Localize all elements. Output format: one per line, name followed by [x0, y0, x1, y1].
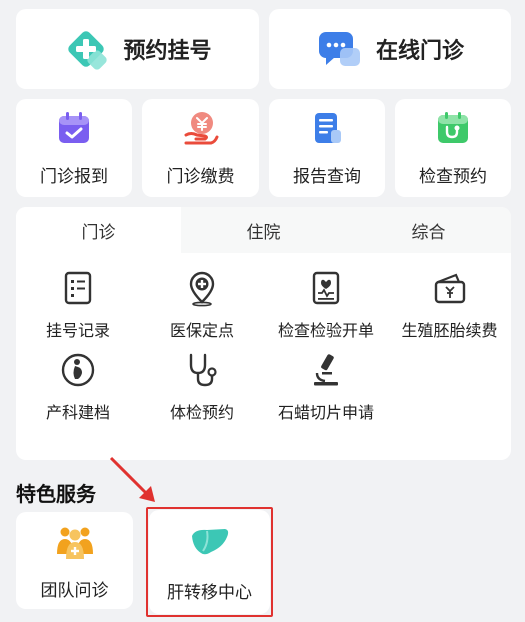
yen-payment-icon [184, 111, 218, 144]
exam-order-label: 检查检验开单 [277, 321, 374, 340]
obstetric-file-label: 产科建档 [45, 403, 110, 422]
report-document-icon [315, 112, 341, 143]
team-consultation-button[interactable]: 团队问诊 [16, 512, 133, 609]
exam-appointment-button[interactable]: 检查预约 [395, 99, 511, 197]
medical-team-icon [56, 527, 93, 559]
services-tab-panel: 门诊 住院 综合 挂号记录 医保定点 检查检验开单 生殖胚胎续费 产科建档 体检… [16, 207, 511, 460]
medical-cross-diamond-icon [68, 31, 108, 70]
medical-insurance-point-item[interactable]: 医保定点 [140, 269, 264, 341]
record-list-icon [64, 271, 92, 305]
medical-insurance-point-label: 医保定点 [169, 321, 234, 340]
pregnancy-icon [61, 353, 95, 387]
clinic-checkin-button[interactable]: 门诊报到 [16, 99, 132, 197]
featured-services-title: 特色服务 [16, 482, 96, 506]
registration-record-item[interactable]: 挂号记录 [16, 269, 140, 341]
physical-exam-item[interactable]: 体检预约 [140, 351, 264, 423]
stethoscope-calendar-icon [438, 111, 468, 143]
paraffin-section-item[interactable]: 石蜡切片申请 [264, 351, 388, 423]
appointment-label: 预约挂号 [123, 39, 212, 64]
obstetric-file-item[interactable]: 产科建档 [16, 351, 140, 423]
tab-general[interactable]: 综合 [346, 207, 511, 253]
report-query-button[interactable]: 报告查询 [269, 99, 385, 197]
calendar-check-icon [59, 111, 89, 143]
physical-exam-label: 体检预约 [169, 403, 234, 422]
heartbeat-document-icon [312, 271, 340, 305]
location-pin-plus-icon [189, 271, 215, 307]
clinic-checkin-label: 门诊报到 [40, 166, 108, 187]
yen-wallet-icon [434, 273, 465, 304]
exam-order-item[interactable]: 检查检验开单 [264, 269, 388, 341]
appointment-button[interactable]: 预约挂号 [16, 9, 259, 89]
online-clinic-label: 在线门诊 [375, 39, 464, 64]
paraffin-section-label: 石蜡切片申请 [277, 403, 374, 422]
team-consultation-label: 团队问诊 [40, 581, 109, 601]
tab-inpatient[interactable]: 住院 [181, 207, 346, 253]
embryo-renewal-item[interactable]: 生殖胚胎续费 [388, 269, 511, 341]
stethoscope-icon [189, 353, 217, 387]
chat-bubble-icon [318, 32, 360, 66]
annotation-arrow-icon [109, 456, 155, 502]
online-clinic-button[interactable]: 在线门诊 [269, 9, 511, 89]
clinic-payment-button[interactable]: 门诊缴费 [142, 99, 259, 197]
tab-bar: 门诊 住院 综合 [16, 207, 511, 253]
registration-record-label: 挂号记录 [45, 321, 110, 340]
embryo-renewal-label: 生殖胚胎续费 [401, 321, 498, 340]
exam-appointment-label: 检查预约 [419, 166, 487, 187]
highlight-box [146, 507, 273, 617]
report-query-label: 报告查询 [293, 166, 361, 187]
microscope-icon [314, 354, 338, 386]
tab-outpatient[interactable]: 门诊 [16, 207, 181, 253]
clinic-payment-label: 门诊缴费 [166, 166, 235, 187]
